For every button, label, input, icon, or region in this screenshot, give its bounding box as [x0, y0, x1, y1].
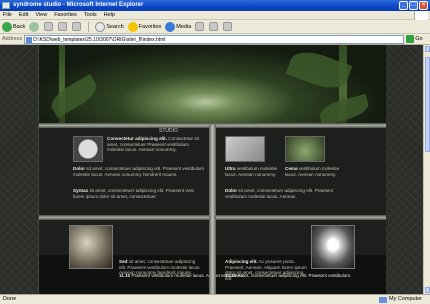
text-block: Syntax sit amet, consectetuer adipiscing… [73, 188, 194, 199]
vertical-scrollbar[interactable] [423, 45, 430, 294]
forward-arrow-icon [29, 21, 40, 32]
minimize-button[interactable]: _ [399, 1, 408, 10]
windows-flag-icon [414, 11, 428, 20]
plant-image [285, 136, 325, 162]
menu-file[interactable]: File [3, 12, 12, 18]
menu-edit[interactable]: Edit [19, 12, 28, 18]
toolbar-separator [88, 21, 90, 32]
menu-tools[interactable]: Tools [84, 12, 97, 18]
address-bar: Address D:\KSD\web_templates\25.10\3007\… [0, 34, 430, 45]
history-button[interactable] [195, 22, 205, 31]
go-arrow-icon [406, 35, 415, 43]
window-controls: _ □ × [399, 1, 428, 10]
leaf-decoration [46, 73, 102, 119]
status-bar: Done My Computer [0, 294, 430, 304]
stop-button[interactable] [44, 22, 54, 31]
menu-help[interactable]: Help [104, 12, 115, 18]
security-zone: My Computer [378, 295, 422, 304]
media-button[interactable]: Media [165, 21, 191, 32]
panel-title: STUDIO [159, 128, 178, 134]
page-viewport: STUDIO Consectetur adipiscing elit. Cons… [0, 45, 423, 294]
mail-icon [209, 22, 219, 31]
mail-button[interactable] [209, 22, 219, 31]
ie-icon [2, 2, 10, 9]
refresh-button[interactable] [58, 22, 68, 31]
title-bar: syndrome studio - Microsoft Internet Exp… [0, 0, 430, 11]
go-button[interactable]: Go [406, 35, 423, 43]
news-text: Adipiscing elit. Ac posuere porta. Praes… [225, 259, 307, 281]
search-button[interactable]: Search [95, 21, 124, 32]
maximize-button[interactable]: □ [409, 1, 418, 10]
printer-icon [223, 22, 233, 31]
text-block: Consectetur adipiscing elit. Consectetur… [107, 136, 199, 153]
website-frame: STUDIO Consectetur adipiscing elit. Cons… [38, 45, 386, 294]
search-icon [95, 21, 106, 32]
scroll-down-arrow[interactable] [425, 287, 430, 293]
history-icon [195, 22, 205, 31]
stop-icon [44, 22, 54, 31]
print-button[interactable] [223, 22, 233, 31]
forward-button[interactable] [29, 21, 40, 32]
statue-image [69, 225, 113, 269]
close-button[interactable]: × [419, 1, 428, 10]
menu-bar: File Edit View Favorites Tools Help [0, 11, 430, 20]
paper-image [225, 136, 265, 162]
refresh-icon [58, 22, 68, 31]
computer-icon [378, 296, 387, 303]
news-date: 12.10 Amet, consectetuer adipiscing elit… [225, 273, 352, 278]
star-icon [127, 21, 138, 32]
media-icon [165, 21, 176, 32]
address-input[interactable]: D:\KSD\web_templates\25.10\3007\ORIG\sit… [24, 34, 405, 44]
scrollbar-thumb[interactable] [425, 57, 430, 152]
home-button[interactable] [72, 22, 82, 31]
text-block: Cema vestibulum molestie lacus. Aenean n… [285, 166, 340, 177]
text-block: Dolor sit amet, consectetuer adipiscing … [225, 188, 334, 199]
text-block: Dolor sit amet, consectetuer adipiscing … [73, 166, 205, 177]
back-arrow-icon [2, 21, 12, 32]
text-block: Ultra vestibulum molestie lacus. Aenean … [225, 166, 278, 177]
status-text: Done [3, 296, 17, 302]
clock-image [73, 136, 103, 162]
favorites-button[interactable]: Favorites [127, 21, 161, 32]
menu-favorites[interactable]: Favorites [54, 12, 77, 18]
address-label: Address [2, 36, 23, 42]
scroll-up-arrow[interactable] [425, 46, 430, 52]
vertical-pipe-decoration [209, 125, 216, 294]
lamp-image [311, 225, 355, 269]
toolbar: Back Search Favorites Media [0, 20, 430, 34]
back-button[interactable]: Back [2, 21, 25, 32]
home-icon [72, 22, 82, 31]
menu-view[interactable]: View [35, 12, 47, 18]
window-title: syndrome studio - Microsoft Internet Exp… [13, 2, 144, 8]
